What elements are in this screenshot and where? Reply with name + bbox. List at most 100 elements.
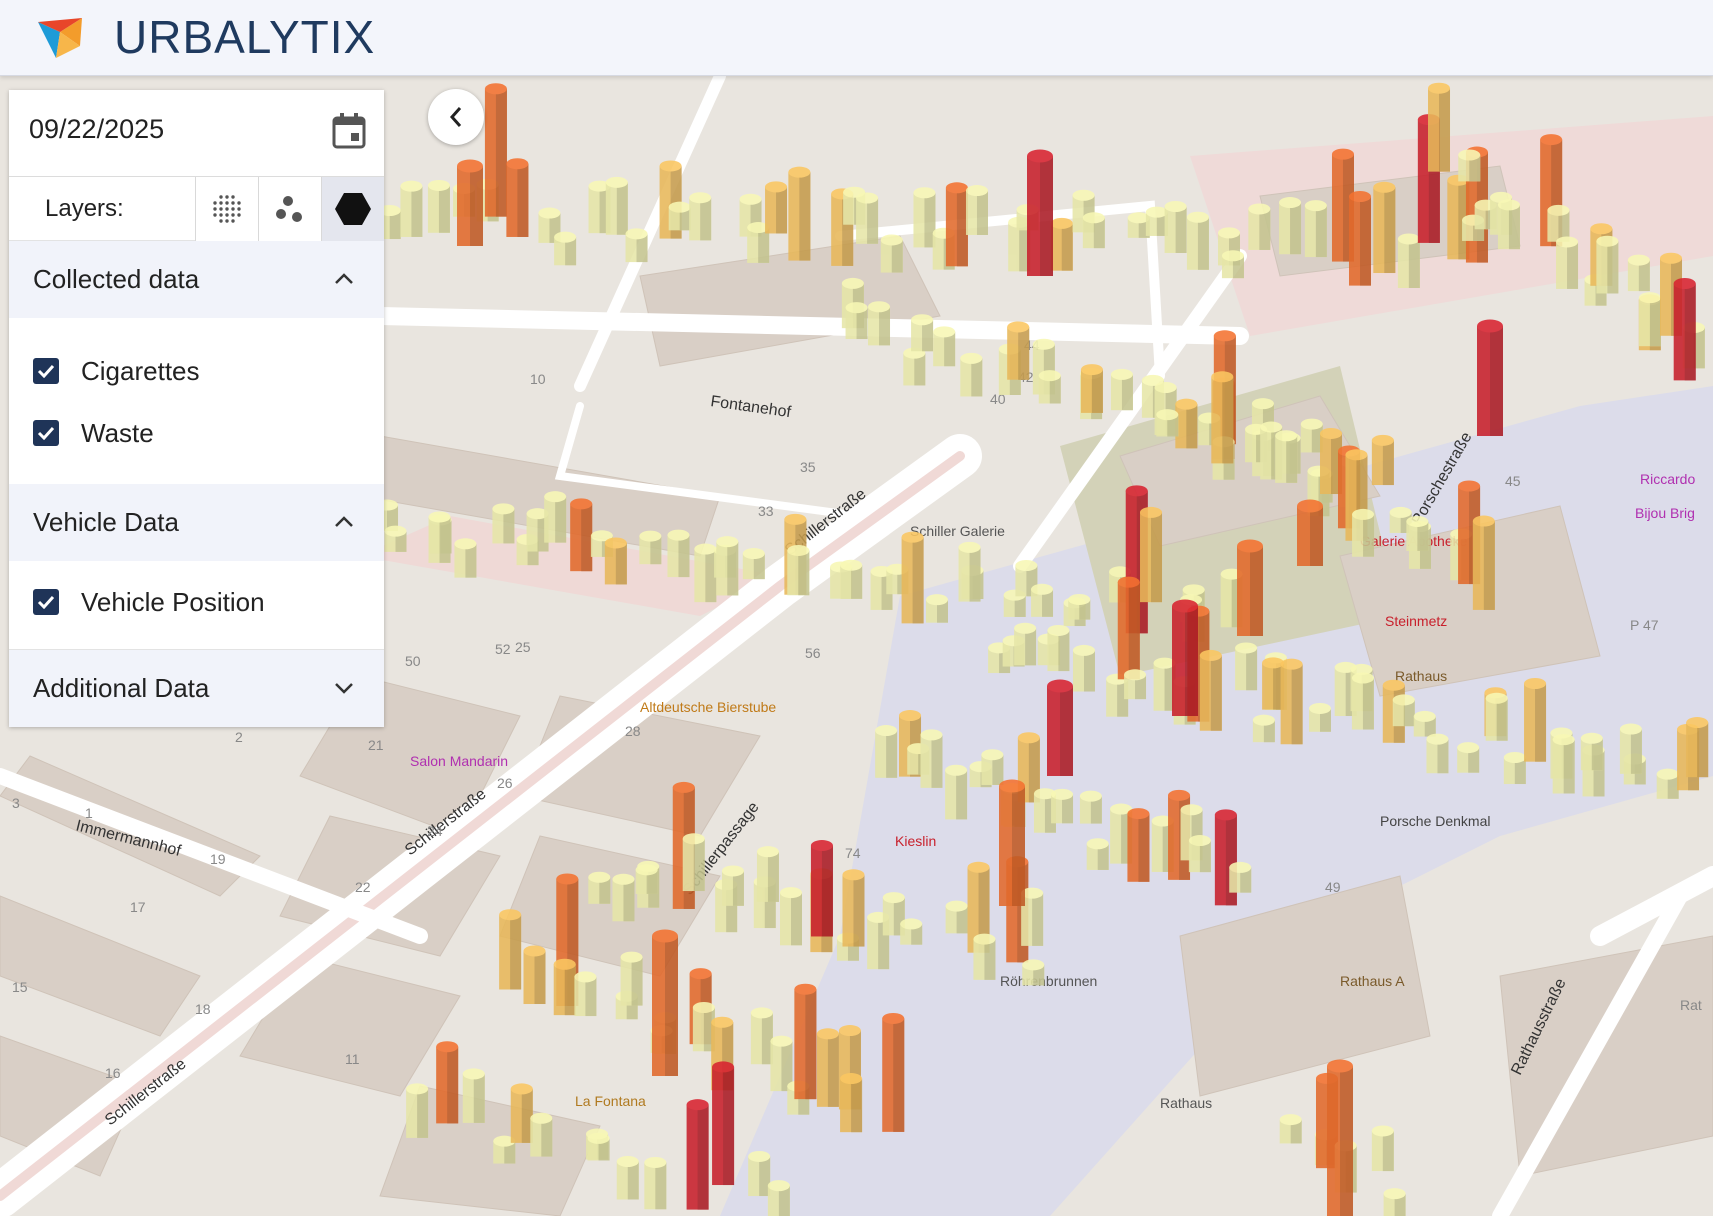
hex-column[interactable] (810, 840, 833, 937)
hex-column[interactable] (605, 176, 628, 235)
hex-column[interactable] (925, 594, 948, 623)
hex-column[interactable] (1082, 212, 1105, 249)
hex-column[interactable] (1279, 197, 1302, 255)
hex-column[interactable] (1426, 733, 1449, 774)
checkbox-vehicle-position[interactable] (33, 589, 59, 615)
hex-column[interactable] (767, 1180, 790, 1216)
hex-column[interactable] (945, 182, 968, 267)
hex-column[interactable] (1477, 319, 1503, 437)
hex-column[interactable] (554, 231, 577, 266)
hex-column[interactable] (1124, 669, 1147, 700)
calendar-icon[interactable] (331, 112, 367, 150)
hex-column[interactable] (973, 933, 996, 980)
hex-column[interactable] (406, 1083, 429, 1138)
checkbox-row-cigarettes[interactable]: Cigarettes (33, 340, 384, 402)
hex-column[interactable] (1627, 254, 1650, 292)
hex-column[interactable] (999, 779, 1025, 907)
hex-column[interactable] (492, 503, 515, 544)
hex-column[interactable] (716, 536, 739, 596)
hex-column[interactable] (911, 314, 934, 352)
layer-hexagon-button[interactable] (321, 176, 384, 241)
hex-column[interactable] (1211, 371, 1234, 464)
hex-column[interactable] (1050, 217, 1073, 271)
hex-column[interactable] (1458, 149, 1481, 182)
hex-column[interactable] (868, 301, 891, 346)
hex-column[interactable] (933, 326, 956, 367)
hex-column[interactable] (794, 983, 817, 1100)
collapse-panel-button[interactable] (428, 89, 484, 145)
hex-column[interactable] (1351, 672, 1374, 730)
hex-column[interactable] (1428, 82, 1451, 172)
hex-column[interactable] (965, 185, 988, 235)
hex-column[interactable] (842, 869, 865, 947)
section-header-vehicle-data[interactable]: Vehicle Data (9, 484, 384, 561)
hex-column[interactable] (604, 537, 627, 585)
hex-column[interactable] (981, 749, 1004, 785)
hex-column[interactable] (553, 958, 576, 1016)
hex-column[interactable] (523, 945, 546, 1005)
hex-column[interactable] (616, 1156, 639, 1200)
hex-column[interactable] (880, 234, 903, 273)
hex-column[interactable] (945, 764, 968, 820)
hex-column[interactable] (845, 302, 868, 340)
hex-column[interactable] (1188, 835, 1211, 873)
hex-column[interactable] (1117, 576, 1140, 680)
checkbox-waste[interactable] (33, 420, 59, 446)
hex-column[interactable] (499, 909, 522, 990)
hex-column[interactable] (1580, 732, 1603, 771)
hex-column[interactable] (454, 538, 477, 578)
hex-column[interactable] (1656, 768, 1679, 799)
hex-column[interactable] (1638, 292, 1661, 347)
hex-column[interactable] (787, 544, 810, 596)
hex-column[interactable] (1485, 692, 1508, 741)
hex-column[interactable] (612, 873, 635, 922)
hex-column[interactable] (920, 729, 943, 788)
hex-column[interactable] (1007, 321, 1030, 380)
hex-column[interactable] (1686, 717, 1709, 778)
hex-column[interactable] (721, 865, 744, 906)
hex-column[interactable] (748, 1150, 771, 1197)
hex-column[interactable] (1068, 593, 1091, 620)
hex-column[interactable] (856, 192, 879, 244)
hex-column[interactable] (1199, 649, 1222, 731)
section-header-additional-data[interactable]: Additional Data (9, 650, 384, 727)
hex-column[interactable] (1080, 364, 1103, 413)
hex-column[interactable] (742, 548, 765, 580)
hex-column[interactable] (1596, 235, 1619, 294)
hex-column[interactable] (756, 846, 779, 902)
hex-column[interactable] (1022, 959, 1045, 986)
hex-column[interactable] (765, 181, 788, 234)
hex-column[interactable] (788, 166, 811, 261)
hex-column[interactable] (1086, 838, 1109, 870)
hex-column[interactable] (1186, 211, 1209, 270)
hex-column[interactable] (1327, 1059, 1353, 1216)
hex-column[interactable] (1280, 658, 1303, 745)
hex-column[interactable] (840, 1073, 863, 1133)
hex-column[interactable] (913, 187, 936, 248)
hex-column[interactable] (689, 192, 712, 241)
hex-column[interactable] (1127, 808, 1150, 882)
hex-column[interactable] (1275, 430, 1298, 483)
hex-column[interactable] (1047, 679, 1073, 777)
hex-column[interactable] (1221, 250, 1244, 279)
hex-column[interactable] (780, 887, 803, 946)
date-input[interactable] (29, 114, 289, 145)
hex-column[interactable] (1145, 206, 1168, 236)
hex-column[interactable] (1038, 370, 1061, 404)
hex-column[interactable] (1051, 788, 1074, 824)
hex-column[interactable] (1373, 181, 1396, 274)
hex-column[interactable] (900, 918, 923, 945)
hex-column[interactable] (530, 1112, 553, 1157)
hex-column[interactable] (1503, 752, 1526, 785)
hex-column[interactable] (384, 525, 407, 552)
hex-column[interactable] (620, 951, 643, 1006)
hex-column[interactable] (694, 543, 717, 603)
hex-column[interactable] (428, 511, 451, 563)
hex-column[interactable] (1556, 236, 1579, 289)
hex-column[interactable] (1014, 622, 1037, 666)
hex-column[interactable] (1547, 204, 1570, 242)
hex-column[interactable] (1031, 583, 1054, 617)
hex-column[interactable] (686, 1099, 709, 1210)
checkbox-row-vehicle-position[interactable]: Vehicle Position (33, 571, 384, 633)
hex-column[interactable] (1673, 277, 1696, 381)
